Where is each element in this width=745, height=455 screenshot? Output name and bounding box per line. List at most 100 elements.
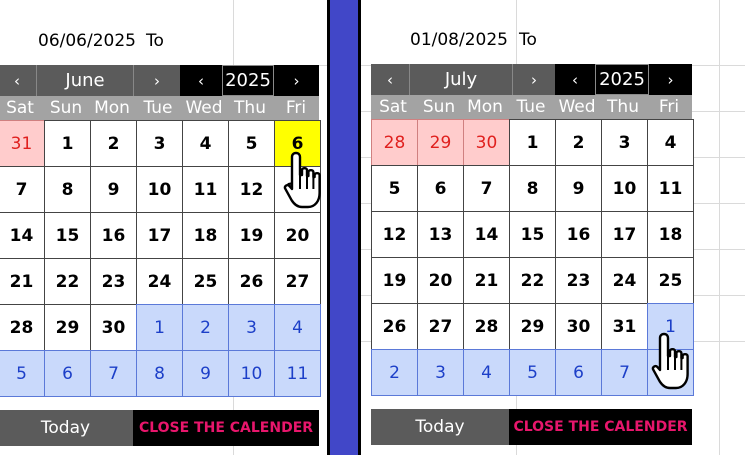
day-cell[interactable]: 30 [90, 304, 137, 351]
day-cell[interactable]: 10 [601, 165, 648, 212]
day-cell[interactable]: 31 [0, 120, 45, 167]
day-cell[interactable]: 11 [182, 166, 229, 213]
day-cell[interactable]: 23 [555, 257, 602, 304]
day-cell[interactable]: 18 [647, 211, 694, 258]
day-cell[interactable]: 20 [274, 212, 321, 259]
day-cell[interactable]: 11 [647, 165, 694, 212]
prev-year-button[interactable]: ‹ [180, 65, 222, 96]
next-year-button[interactable]: › [274, 65, 319, 96]
prev-month-button[interactable]: ‹ [371, 64, 409, 95]
right-spreadsheet: 01/08/2025 To ‹ July › ‹ 2025 › Sat Sun Mo… [361, 0, 745, 455]
day-cell[interactable]: 3 [601, 119, 648, 166]
day-cell[interactable]: 14 [0, 212, 45, 259]
day-cell[interactable]: 28 [371, 119, 418, 166]
day-cell[interactable]: 4 [463, 349, 510, 396]
day-cell[interactable]: 24 [601, 257, 648, 304]
day-cell[interactable]: 6 [555, 349, 602, 396]
day-cell[interactable]: 30 [463, 119, 510, 166]
day-cell[interactable]: 3 [136, 120, 183, 167]
day-cell[interactable]: 8 [44, 166, 91, 213]
day-cell[interactable]: 25 [647, 257, 694, 304]
day-cell[interactable]: 12 [371, 211, 418, 258]
end-date-cell[interactable]: 01/08/2025 [410, 30, 508, 50]
day-cell[interactable]: 8 [509, 165, 556, 212]
day-cell[interactable]: 29 [44, 304, 91, 351]
day-cell[interactable]: 1 [136, 304, 183, 351]
weekday-label: Sat [379, 97, 407, 117]
day-cell[interactable]: 2 [182, 304, 229, 351]
day-cell[interactable]: 1 [44, 120, 91, 167]
day-cell[interactable]: 29 [509, 303, 556, 350]
day-cell[interactable]: 8 [136, 350, 183, 397]
day-cell[interactable]: 27 [417, 303, 464, 350]
day-cell[interactable]: 25 [182, 258, 229, 305]
next-month-button[interactable]: › [513, 64, 555, 95]
month-label: July [409, 64, 513, 95]
day-cell[interactable]: 9 [90, 166, 137, 213]
day-cell[interactable]: 5 [509, 349, 556, 396]
day-cell[interactable]: 7 [0, 166, 45, 213]
day-cell[interactable]: 22 [509, 257, 556, 304]
day-cell[interactable]: 5 [228, 120, 275, 167]
day-cell[interactable]: 7 [90, 350, 137, 397]
day-cell[interactable]: 21 [463, 257, 510, 304]
prev-month-button[interactable]: ‹ [0, 65, 36, 96]
weekday-label: Wed [558, 97, 596, 117]
day-cell[interactable]: 2 [90, 120, 137, 167]
day-cell[interactable]: 30 [555, 303, 602, 350]
day-cell[interactable]: 4 [647, 119, 694, 166]
next-month-button[interactable]: › [134, 65, 180, 96]
day-cell[interactable]: 28 [463, 303, 510, 350]
weekday-header: Sat Sun Mon Tue Wed Thu Fri [371, 95, 692, 119]
divider-bar [330, 0, 358, 455]
day-cell[interactable]: 15 [44, 212, 91, 259]
day-cell[interactable]: 15 [509, 211, 556, 258]
day-cell[interactable]: 22 [44, 258, 91, 305]
day-cell[interactable]: 29 [417, 119, 464, 166]
day-cell[interactable]: 28 [0, 304, 45, 351]
day-cell[interactable]: 16 [90, 212, 137, 259]
day-cell[interactable]: 20 [417, 257, 464, 304]
day-cell[interactable]: 5 [371, 165, 418, 212]
day-cell[interactable]: 3 [417, 349, 464, 396]
prev-year-button[interactable]: ‹ [555, 64, 595, 95]
close-calendar-button[interactable]: CLOSE THE CALENDER [509, 409, 692, 445]
today-button[interactable]: Today [371, 409, 509, 445]
day-cell[interactable]: 1 [509, 119, 556, 166]
day-cell[interactable]: 11 [274, 350, 321, 397]
day-cell[interactable]: 7 [463, 165, 510, 212]
day-cell[interactable]: 19 [228, 212, 275, 259]
day-cell[interactable]: 10 [136, 166, 183, 213]
close-calendar-button[interactable]: CLOSE THE CALENDER [133, 410, 319, 446]
day-cell[interactable]: 5 [0, 350, 45, 397]
day-cell[interactable]: 31 [601, 303, 648, 350]
day-cell[interactable]: 17 [601, 211, 648, 258]
day-cell[interactable]: 10 [228, 350, 275, 397]
start-date-cell[interactable]: 06/06/2025 [38, 31, 136, 51]
day-cell[interactable]: 3 [228, 304, 275, 351]
day-cell[interactable]: 16 [555, 211, 602, 258]
day-cell[interactable]: 9 [555, 165, 602, 212]
day-cell[interactable]: 2 [555, 119, 602, 166]
today-button[interactable]: Today [0, 410, 133, 446]
day-cell[interactable]: 27 [274, 258, 321, 305]
day-cell[interactable]: 4 [182, 120, 229, 167]
day-cell[interactable]: 19 [371, 257, 418, 304]
day-cell[interactable]: 9 [182, 350, 229, 397]
next-year-button[interactable]: › [649, 64, 692, 95]
day-cell[interactable]: 26 [228, 258, 275, 305]
day-cell[interactable]: 4 [274, 304, 321, 351]
day-cell[interactable]: 21 [0, 258, 45, 305]
day-cell[interactable]: 18 [182, 212, 229, 259]
day-cell[interactable]: 6 [417, 165, 464, 212]
day-cell[interactable]: 17 [136, 212, 183, 259]
day-cell[interactable]: 24 [136, 258, 183, 305]
day-cell[interactable]: 7 [601, 349, 648, 396]
day-cell[interactable]: 13 [417, 211, 464, 258]
day-cell[interactable]: 12 [228, 166, 275, 213]
day-cell[interactable]: 23 [90, 258, 137, 305]
day-cell[interactable]: 14 [463, 211, 510, 258]
day-cell[interactable]: 26 [371, 303, 418, 350]
day-cell[interactable]: 6 [44, 350, 91, 397]
day-cell[interactable]: 2 [371, 349, 418, 396]
